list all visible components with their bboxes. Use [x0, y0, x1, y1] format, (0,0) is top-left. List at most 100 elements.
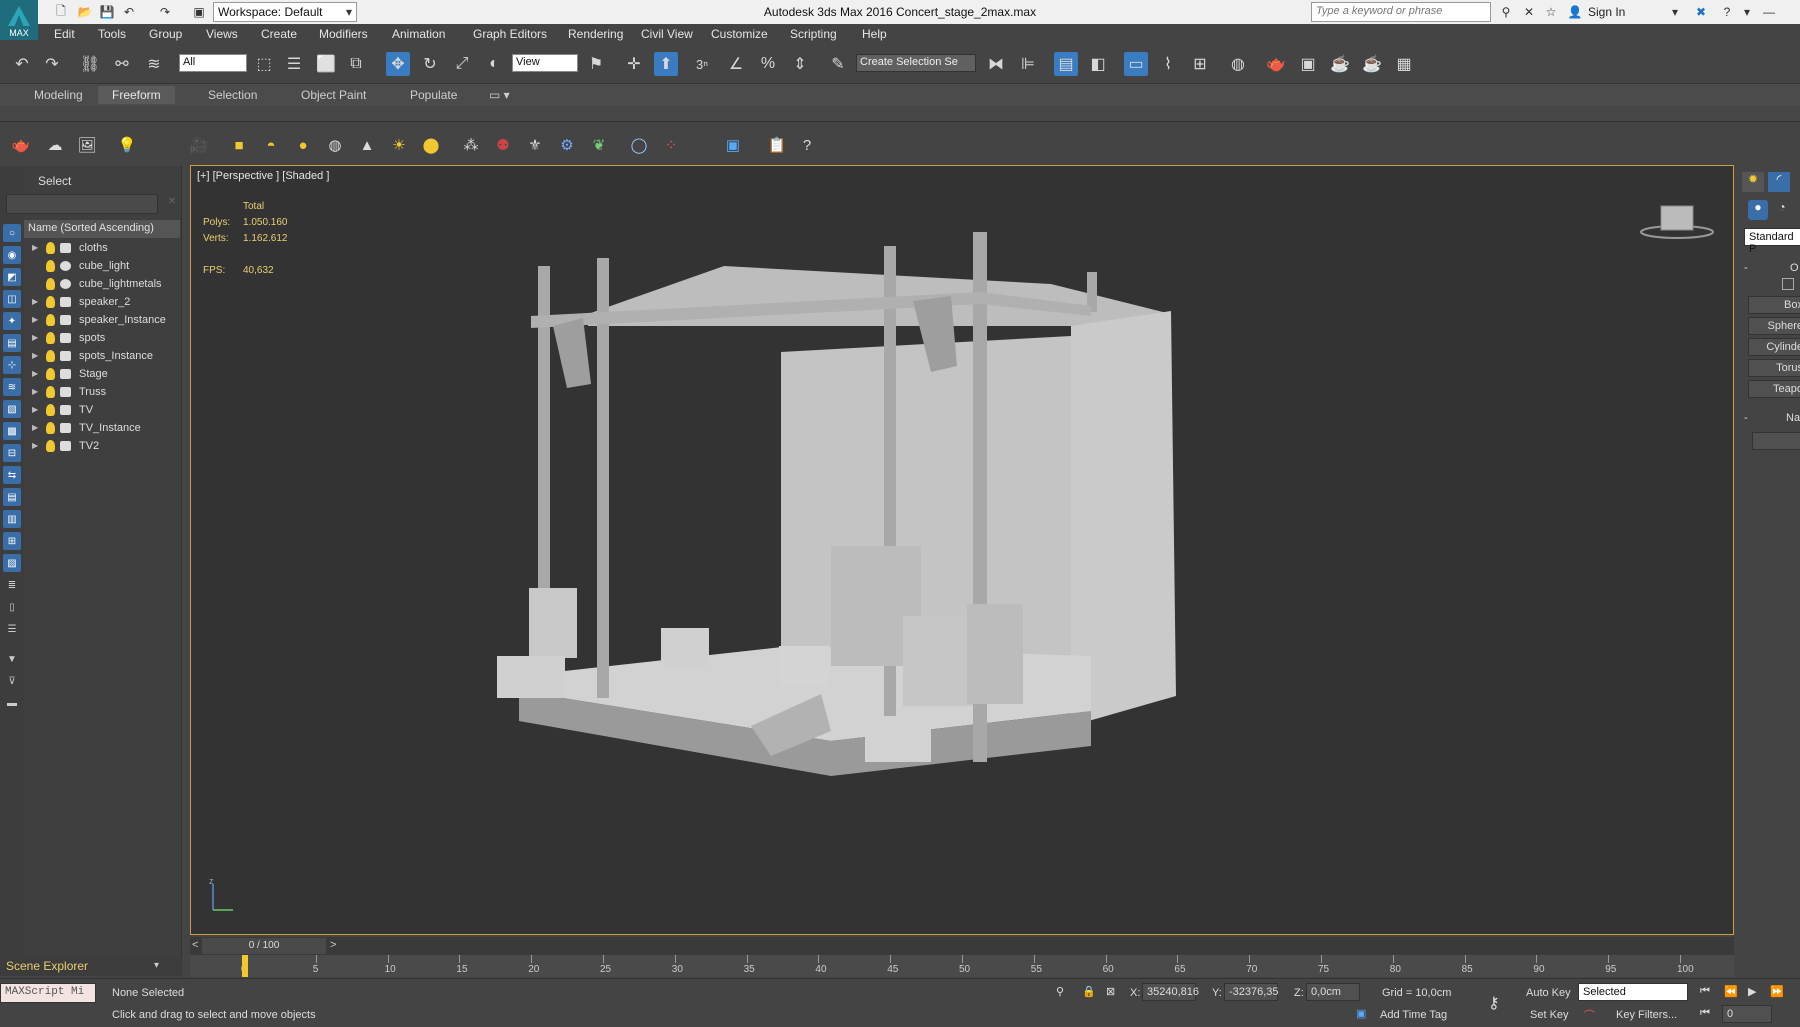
minimize-icon[interactable]: — — [1760, 3, 1778, 21]
y-coord-field[interactable]: -32376,35 — [1224, 983, 1279, 1001]
light-bulb-icon[interactable] — [46, 350, 55, 362]
expand-arrow-icon[interactable]: ▶ — [32, 369, 38, 378]
dome-icon[interactable]: ◓ — [260, 134, 282, 156]
light-bulb-icon[interactable] — [46, 314, 55, 326]
tab-object-paint[interactable]: Object Paint — [301, 88, 366, 102]
layer-icon[interactable]: ▬ — [3, 694, 21, 712]
light-bulb-icon[interactable] — [46, 422, 55, 434]
scene-item-truss[interactable]: ▶ Truss — [24, 384, 180, 402]
pivot-center-icon[interactable]: ⚑ — [584, 52, 608, 76]
scene-item-stage[interactable]: ▶ Stage — [24, 366, 180, 384]
menu-civil-view[interactable]: Civil View — [641, 27, 693, 41]
new-file-icon[interactable]: 🗋 — [52, 3, 70, 21]
display-bones-icon[interactable]: ⊟ — [3, 444, 21, 462]
expand-arrow-icon[interactable]: ▶ — [32, 441, 38, 450]
clipboard-icon[interactable]: 📋 — [766, 134, 788, 156]
light-bulb-icon[interactable] — [46, 296, 55, 308]
light-bulb-icon[interactable] — [46, 278, 55, 290]
image-plane-icon[interactable]: 🖼 — [76, 134, 98, 156]
workspace-chevron-icon[interactable]: ▾ — [340, 3, 358, 21]
expand-arrow-icon[interactable]: ▶ — [32, 315, 38, 324]
light-bulb-icon[interactable] — [46, 404, 55, 416]
play-icon[interactable]: ▶ — [1748, 985, 1756, 998]
edit-named-selection-icon[interactable]: ✎ — [826, 52, 850, 76]
menu-help[interactable]: Help — [862, 27, 887, 41]
rollout-object-type[interactable]: O — [1790, 262, 1799, 274]
display-all-icon[interactable]: ◉ — [3, 246, 21, 264]
menu-create[interactable]: Create — [261, 27, 297, 41]
time-marker[interactable] — [242, 955, 248, 977]
set-key-button[interactable]: Set Key — [1530, 1009, 1569, 1021]
render-production-icon[interactable]: ☕ — [1328, 52, 1352, 76]
light-bulb-icon[interactable] — [46, 242, 55, 254]
filter-settings-icon[interactable]: ⊽ — [3, 672, 21, 690]
cylinder-button[interactable]: Cylinde — [1748, 338, 1800, 356]
autogrid-checkbox[interactable] — [1782, 278, 1794, 290]
tripod-icon[interactable]: ⚜ — [524, 134, 546, 156]
auto-key-button[interactable]: Auto Key — [1526, 987, 1571, 999]
light-bulb-icon[interactable]: 💡 — [116, 134, 138, 156]
display-helpers-icon[interactable]: ⊹ — [3, 356, 21, 374]
rollout-collapse-icon[interactable]: - — [1744, 262, 1748, 274]
render-target-icon[interactable]: ▣ — [722, 134, 744, 156]
concert-stage-model[interactable] — [191, 166, 1734, 935]
filter-icon[interactable]: ▼ — [3, 650, 21, 668]
undo-icon[interactable]: ↶ — [120, 3, 138, 21]
key-mode-dropdown[interactable]: Selected — [1578, 983, 1688, 1001]
select-and-move-icon[interactable]: ✥ — [386, 52, 410, 76]
light-bulb-icon[interactable] — [46, 260, 55, 272]
time-prev-icon[interactable]: < — [192, 939, 198, 951]
box-icon[interactable]: ■ — [228, 134, 250, 156]
display-containers-icon[interactable]: ⇆ — [3, 466, 21, 484]
rendered-frame-icon[interactable]: ▣ — [1296, 52, 1320, 76]
redo-icon[interactable]: ↷ — [156, 3, 174, 21]
menu-modifiers[interactable]: Modifiers — [319, 27, 368, 41]
menu-group[interactable]: Group — [149, 27, 182, 41]
help-circle-icon[interactable]: ? — [796, 134, 818, 156]
schematic-view-icon[interactable]: ⊞ — [1188, 52, 1212, 76]
tab-modeling[interactable]: Modeling — [34, 88, 83, 102]
sphere-button[interactable]: Sphere — [1748, 317, 1800, 335]
expand-arrow-icon[interactable]: ▶ — [32, 297, 38, 306]
display-groups-icon[interactable]: ▧ — [3, 400, 21, 418]
display-none-icon[interactable]: ○ — [3, 224, 21, 242]
time-slider-frame[interactable]: 0 / 100 — [202, 938, 326, 954]
primitive-type-dropdown[interactable]: Standard P — [1744, 228, 1800, 255]
unlink-icon[interactable]: ⚯ — [110, 52, 134, 76]
display-geometry-icon[interactable]: ◩ — [3, 268, 21, 286]
current-frame-field[interactable]: 0 — [1722, 1005, 1772, 1023]
maxscript-listener[interactable]: MAXScript Mi — [0, 983, 96, 1003]
app-logo[interactable]: MAX — [0, 0, 38, 40]
keyboard-shortcut-override-icon[interactable]: ⬆ — [654, 52, 678, 76]
set-key-mode-icon[interactable]: ⚷ — [1488, 993, 1500, 1013]
select-and-rotate-icon[interactable]: ↻ — [418, 52, 442, 76]
expand-arrow-icon[interactable]: ▶ — [32, 333, 38, 342]
help-icon[interactable]: ? — [1718, 3, 1736, 21]
autodesk-x-icon[interactable]: ✖ — [1692, 3, 1710, 21]
expand-arrow-icon[interactable]: ▶ — [32, 387, 38, 396]
geometry-icon[interactable]: ● — [1748, 200, 1768, 220]
search-input[interactable]: Type a keyword or phrase — [1311, 2, 1491, 22]
disc-icon[interactable]: ⬤ — [420, 134, 442, 156]
menu-scripting[interactable]: Scripting — [790, 27, 837, 41]
x-coord-field[interactable]: 35240,816 — [1142, 983, 1199, 1001]
display-cameras-icon[interactable]: ▤ — [3, 334, 21, 352]
key-filters-button[interactable]: Key Filters... — [1616, 1009, 1677, 1021]
rollout2-collapse-icon[interactable]: - — [1744, 412, 1748, 424]
sun-icon[interactable]: ☀ — [388, 134, 410, 156]
explorer-header[interactable]: Select — [14, 174, 71, 188]
named-selection-dropdown[interactable]: Create Selection Se — [856, 54, 976, 72]
particles-icon[interactable]: ⁂ — [460, 134, 482, 156]
render-iterative-icon[interactable]: ☕ — [1360, 52, 1384, 76]
menu-customize[interactable]: Customize — [711, 27, 768, 41]
gear-icon[interactable]: ⚙ — [556, 134, 578, 156]
display-spacewarps-icon[interactable]: ≋ — [3, 378, 21, 396]
display-xrefs-icon[interactable]: ▩ — [3, 422, 21, 440]
scene-item-spots[interactable]: ▶ spots — [24, 330, 180, 348]
tab-populate[interactable]: Populate — [410, 88, 457, 102]
project-folder-icon[interactable]: ▣ — [190, 3, 208, 21]
display-lights-icon[interactable]: ✦ — [3, 312, 21, 330]
expand-arrow-icon[interactable]: ▶ — [32, 243, 38, 252]
undo-icon[interactable]: ↶ — [10, 52, 34, 76]
display-hidden-icon[interactable]: ▥ — [3, 510, 21, 528]
